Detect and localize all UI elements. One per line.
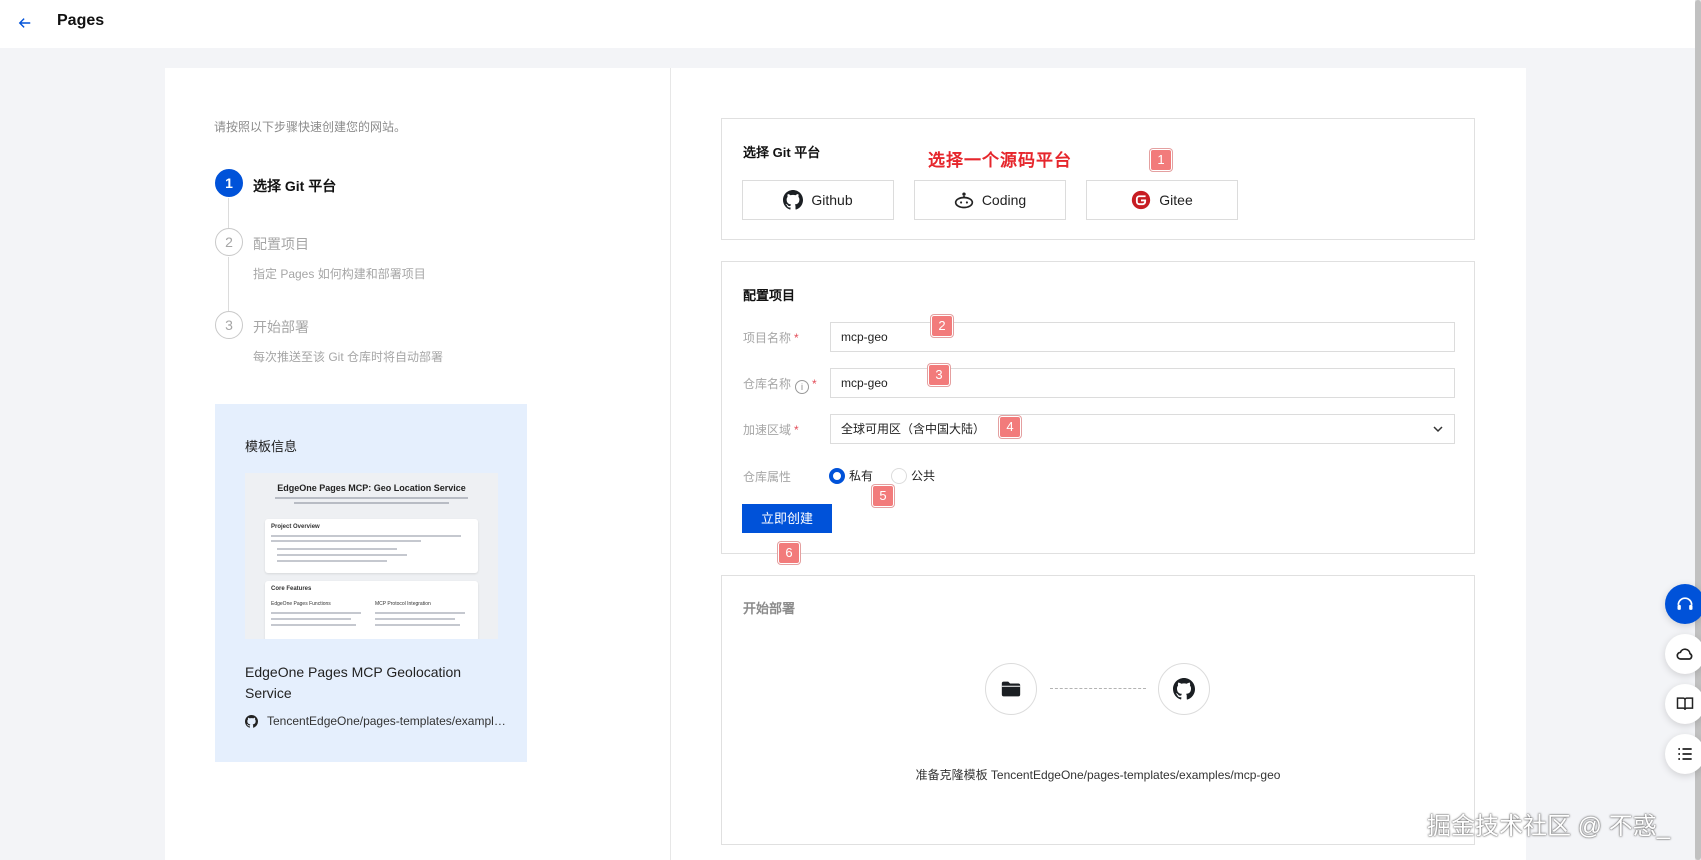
visibility-private-radio[interactable]: 私有 xyxy=(829,467,873,484)
gitee-button[interactable]: Gitee xyxy=(1086,180,1238,220)
step-connector xyxy=(228,198,229,228)
repo-name-label: 仓库名称 i * xyxy=(743,377,817,394)
git-platform-section: 选择 Git 平台 Github Coding Gitee xyxy=(721,118,1475,240)
step-3-desc: 每次推送至该 Git 仓库时将自动部署 xyxy=(253,350,444,364)
preview-features-card: Core Features EdgeOne Pages Functions MC… xyxy=(265,581,478,639)
coding-icon xyxy=(954,192,973,209)
visibility-label: 仓库属性 xyxy=(743,470,792,484)
preview-col-heading: MCP Protocol Integration xyxy=(375,601,431,607)
preview-subtitle-lines xyxy=(275,497,468,511)
annotation-badge: 3 xyxy=(928,364,950,386)
book-icon[interactable] xyxy=(1665,684,1701,724)
section-title: 配置项目 xyxy=(743,288,796,303)
preview-section-heading: Core Features xyxy=(271,586,312,592)
step-2-title: 配置项目 xyxy=(253,236,309,252)
list-icon[interactable] xyxy=(1665,734,1701,774)
preview-title: EdgeOne Pages MCP: Geo Location Service xyxy=(277,483,466,493)
template-preview-image: EdgeOne Pages MCP: Geo Location Service … xyxy=(245,473,498,639)
preview-overview-card: Project Overview xyxy=(265,519,478,573)
cloud-icon[interactable] xyxy=(1665,634,1701,674)
info-icon[interactable]: i xyxy=(795,380,810,394)
deploy-connector xyxy=(1050,688,1146,689)
coding-button[interactable]: Coding xyxy=(914,180,1066,220)
intro-text: 请按照以下步骤快速创建您的网站。 xyxy=(214,120,407,134)
template-repo-link[interactable]: TencentEdgeOne/pages-templates/examples/… xyxy=(267,714,507,728)
annotation-callout: 选择一个源码平台 xyxy=(928,151,1072,170)
step-3-number: 3 xyxy=(215,311,243,339)
preview-col-heading: EdgeOne Pages Functions xyxy=(271,601,331,607)
gitee-label: Gitee xyxy=(1159,192,1193,208)
chevron-down-icon xyxy=(1433,426,1443,433)
deploy-status-text: 准备克隆模板 TencentEdgeOne/pages-templates/ex… xyxy=(915,768,1281,782)
section-title: 开始部署 xyxy=(743,601,796,616)
template-info-heading: 模板信息 xyxy=(245,439,298,454)
step-2-number: 2 xyxy=(215,228,243,256)
coding-label: Coding xyxy=(981,192,1027,208)
folder-icon xyxy=(985,663,1037,715)
step-1-number: 1 xyxy=(215,169,243,197)
deploy-section: 开始部署 xyxy=(721,575,1475,845)
github-label: Github xyxy=(811,192,853,208)
radio-checked-icon xyxy=(829,467,845,484)
project-name-label: 项目名称 * xyxy=(743,331,799,345)
radio-label: 私有 xyxy=(849,469,874,483)
github-icon xyxy=(783,190,804,210)
config-section: 配置项目 项目名称 * mcp-geo 仓库名称 i * mcp-geo 加速区域 * … xyxy=(721,261,1475,554)
watermark: 掘金技术社区 @ 不惑_ xyxy=(1427,813,1671,840)
preview-section-heading: Project Overview xyxy=(271,524,320,530)
annotation-badge: 2 xyxy=(931,315,953,337)
top-bar: Pages xyxy=(0,0,1701,48)
radio-unchecked-icon xyxy=(891,467,907,484)
region-select[interactable]: 全球可用区（含中国大陆） xyxy=(830,414,1455,444)
annotation-badge: 4 xyxy=(999,416,1021,438)
create-now-button[interactable]: 立即创建 xyxy=(742,504,832,533)
repo-name-input[interactable]: mcp-geo xyxy=(830,368,1455,398)
visibility-public-radio[interactable]: 公共 xyxy=(891,467,935,484)
project-name-input[interactable]: mcp-geo xyxy=(830,322,1455,352)
gitee-icon xyxy=(1132,190,1151,210)
step-connector xyxy=(228,257,229,311)
region-select-value: 全球可用区（含中国大陆） xyxy=(841,422,986,436)
annotation-badge: 6 xyxy=(778,542,800,564)
arrow-left-icon[interactable] xyxy=(12,10,38,36)
template-info-panel: 模板信息 EdgeOne Pages MCP: Geo Location Ser… xyxy=(215,404,527,762)
step-3-title: 开始部署 xyxy=(253,319,309,335)
github-button[interactable]: Github xyxy=(742,180,894,220)
column-divider xyxy=(670,68,671,860)
github-icon xyxy=(1158,663,1210,715)
step-1-title: 选择 Git 平台 xyxy=(253,178,337,194)
step-2-desc: 指定 Pages 如何构建和部署项目 xyxy=(253,267,426,281)
region-label: 加速区域 * xyxy=(743,423,799,437)
annotation-badge: 1 xyxy=(1150,149,1172,171)
page-title: Pages xyxy=(57,12,105,29)
github-icon xyxy=(245,715,258,728)
annotation-badge: 5 xyxy=(872,485,894,507)
template-name: EdgeOne Pages MCP Geolocation Service xyxy=(245,664,462,701)
headset-icon[interactable] xyxy=(1665,584,1701,624)
scrollbar-thumb[interactable] xyxy=(1695,0,1701,860)
section-title: 选择 Git 平台 xyxy=(743,145,821,160)
radio-label: 公共 xyxy=(911,469,936,483)
